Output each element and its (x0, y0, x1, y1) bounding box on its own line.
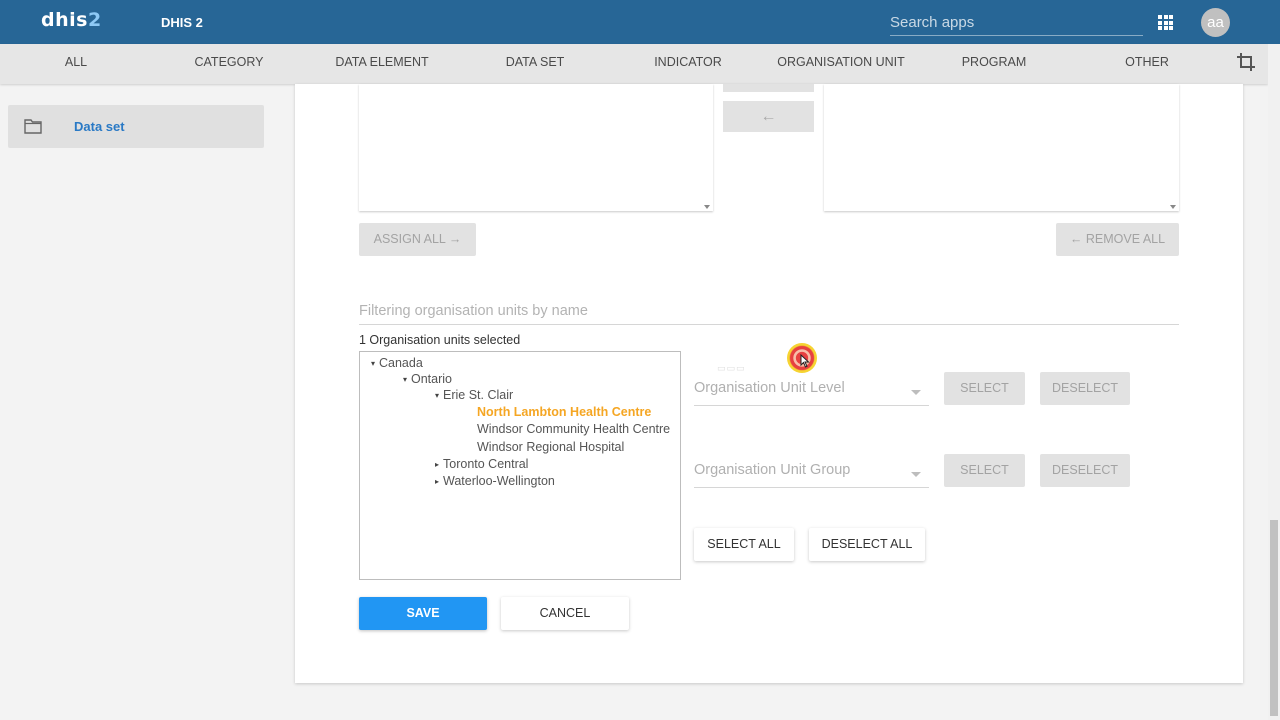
tree-node-label: Toronto Central (443, 457, 529, 471)
org-unit-filter-input[interactable] (359, 299, 1179, 323)
folder-icon (24, 119, 42, 134)
tab-category[interactable]: CATEGORY (195, 44, 264, 84)
tree-node-ontario[interactable]: ▾ Ontario (403, 372, 452, 386)
select-all-button[interactable]: SELECT ALL (694, 528, 794, 561)
select-level-button[interactable]: SELECT (944, 372, 1025, 405)
tree-node-windsor-community[interactable]: Windsor Community Health Centre (477, 422, 670, 436)
tab-data-element[interactable]: DATA ELEMENT (335, 44, 428, 84)
apps-grid-icon[interactable] (1158, 15, 1173, 30)
dhis2-logo[interactable]: dhis2 (41, 9, 102, 31)
tree-node-windsor-regional[interactable]: Windsor Regional Hospital (477, 440, 624, 454)
remove-all-button[interactable]: ← REMOVE ALL (1056, 223, 1179, 256)
deselect-level-button[interactable]: DESELECT (1040, 372, 1130, 405)
faded-toolbar-icon: ▭▭▭ (717, 363, 746, 373)
tab-data-set[interactable]: DATA SET (506, 44, 565, 84)
top-header: dhis2 DHIS 2 aa (0, 0, 1280, 44)
search-apps (890, 10, 1143, 36)
user-avatar[interactable]: aa (1201, 8, 1230, 37)
list-scroll-down-icon[interactable] (1170, 205, 1176, 209)
select-group-button[interactable]: SELECT (944, 454, 1025, 487)
collapse-arrow-icon[interactable]: ▸ (435, 460, 443, 469)
deselect-group-button[interactable]: DESELECT (1040, 454, 1130, 487)
logo-accent: 2 (87, 9, 102, 31)
org-unit-group-select[interactable]: Organisation Unit Group (694, 462, 929, 488)
org-unit-group-placeholder: Organisation Unit Group (694, 462, 851, 478)
scrollbar-thumb[interactable] (1270, 520, 1278, 716)
tree-node-label: Canada (379, 356, 423, 370)
assigned-items-list[interactable] (824, 84, 1179, 211)
tab-other[interactable]: OTHER (1125, 44, 1169, 84)
mouse-pointer-icon (800, 354, 810, 368)
page-scrollbar[interactable] (1268, 44, 1280, 720)
crop-icon[interactable] (1236, 52, 1256, 72)
expand-arrow-icon[interactable]: ▾ (435, 391, 443, 400)
expand-arrow-icon[interactable]: ▾ (371, 359, 379, 368)
tree-node-north-lambton[interactable]: North Lambton Health Centre (477, 405, 651, 419)
tree-node-toronto-central[interactable]: ▸ Toronto Central (435, 457, 528, 471)
dropdown-caret-icon (911, 390, 921, 395)
sidebar-item-data-set[interactable]: Data set (8, 105, 264, 148)
sidebar-item-label: Data set (74, 119, 125, 134)
tree-node-canada[interactable]: ▾ Canada (371, 356, 423, 370)
app-title: DHIS 2 (161, 15, 203, 30)
org-unit-level-select[interactable]: Organisation Unit Level (694, 380, 929, 406)
assign-selected-button[interactable] (723, 84, 814, 92)
tree-node-label: Waterloo-Wellington (443, 474, 555, 488)
org-unit-tree: ▾ Canada ▾ Ontario ▾ Erie St. Clair North L… (359, 351, 681, 580)
dropdown-caret-icon (911, 472, 921, 477)
category-tab-bar: ALL CATEGORY DATA ELEMENT DATA SET INDIC… (0, 44, 1268, 84)
tree-node-waterloo-wellington[interactable]: ▸ Waterloo-Wellington (435, 474, 555, 488)
tab-all[interactable]: ALL (65, 44, 87, 84)
tab-organisation-unit[interactable]: ORGANISATION UNIT (777, 44, 905, 84)
assign-all-button[interactable]: ASSIGN ALL → (359, 223, 476, 256)
save-button[interactable]: SAVE (359, 597, 487, 630)
cancel-button[interactable]: CANCEL (501, 597, 629, 630)
collapse-arrow-icon[interactable]: ▸ (435, 477, 443, 486)
deselect-all-button[interactable]: DESELECT ALL (809, 528, 925, 561)
tab-indicator[interactable]: INDICATOR (654, 44, 722, 84)
tree-node-label: Erie St. Clair (443, 388, 514, 402)
search-apps-input[interactable] (890, 10, 1143, 34)
logo-text: dhis (41, 9, 88, 31)
tree-node-label: Ontario (411, 372, 452, 386)
tab-program[interactable]: PROGRAM (962, 44, 1027, 84)
selected-count-text: 1 Organisation units selected (359, 333, 521, 347)
org-unit-level-placeholder: Organisation Unit Level (694, 380, 845, 396)
expand-arrow-icon[interactable]: ▾ (403, 375, 411, 384)
list-scroll-down-icon[interactable] (704, 205, 710, 209)
available-items-list[interactable] (359, 84, 713, 211)
remove-selected-button[interactable]: ← (723, 101, 814, 132)
org-unit-filter (359, 299, 1179, 325)
tree-node-erie-st-clair[interactable]: ▾ Erie St. Clair (435, 388, 513, 402)
